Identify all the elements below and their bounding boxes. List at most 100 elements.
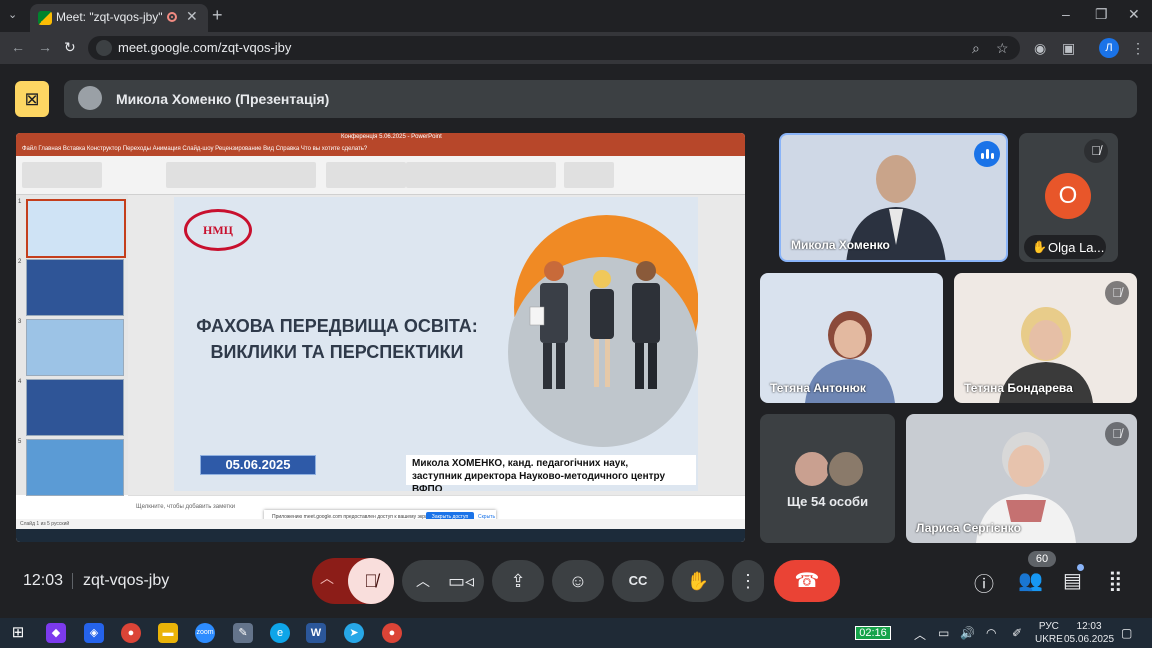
raise-hand-button[interactable]: ✋ bbox=[672, 560, 724, 602]
minimize-icon[interactable]: – bbox=[1062, 6, 1070, 22]
meet-favicon-icon bbox=[38, 11, 52, 25]
more-participants-label: Ще 54 особи bbox=[786, 494, 869, 509]
app-icon[interactable]: ◆ bbox=[46, 623, 66, 643]
zoom-app-icon[interactable]: zoom bbox=[195, 623, 215, 643]
present-screen-button[interactable]: ⇪ bbox=[492, 560, 544, 602]
participant-avatar bbox=[827, 450, 865, 488]
bookmark-star-icon[interactable]: ☆ bbox=[996, 40, 1009, 57]
url-text[interactable]: meet.google.com/zqt-vqos-jby bbox=[118, 40, 291, 55]
telegram-icon[interactable]: ➤ bbox=[344, 623, 364, 643]
notification-icon[interactable]: ▢ bbox=[1121, 626, 1132, 640]
speaking-indicator-icon bbox=[974, 141, 1000, 167]
participant-name: Тетяна Бондарева bbox=[964, 381, 1073, 395]
powerpoint-statusbar: Слайд 1 из 5 русский bbox=[16, 519, 745, 529]
slide-heading-line1: ФАХОВА ПЕРЕДВИЩА ОСВІТА: bbox=[196, 316, 478, 336]
stop-presenting-icon[interactable]: ⊠ bbox=[15, 81, 49, 117]
tile-tetiana-a[interactable]: Тетяна Антонюк bbox=[760, 273, 943, 403]
end-call-button[interactable]: ☎ bbox=[774, 560, 840, 602]
extension-owl-icon[interactable]: ◉ bbox=[1034, 40, 1046, 57]
tab-close-icon[interactable]: ✕ bbox=[186, 8, 198, 25]
pen-icon[interactable]: ✐ bbox=[1012, 626, 1022, 640]
meeting-code: zqt-vqos-jby bbox=[83, 572, 170, 589]
slide-author-line1: Микола ХОМЕНКО, канд. педагогічних наук, bbox=[412, 458, 629, 469]
slide-thumb[interactable] bbox=[26, 379, 124, 436]
slide-thumb[interactable] bbox=[26, 439, 124, 496]
recording-icon bbox=[167, 12, 177, 22]
chrome-icon[interactable]: ● bbox=[121, 623, 141, 643]
profile-avatar[interactable]: Л bbox=[1099, 38, 1119, 58]
forward-icon[interactable]: → bbox=[38, 39, 52, 55]
edge-icon[interactable]: e bbox=[270, 623, 290, 643]
audio-options-chevron-icon[interactable]: ︿ bbox=[320, 568, 334, 588]
app-icon[interactable]: ✎ bbox=[233, 623, 253, 643]
browser-tab-meet[interactable]: Meet: "zqt-vqos-jby" ✕ bbox=[30, 4, 208, 32]
tile-mykola[interactable]: Микола Хоменко bbox=[779, 133, 1008, 262]
window-close-icon[interactable]: ✕ bbox=[1128, 6, 1140, 23]
raised-hand-icon: ✋ bbox=[1032, 240, 1047, 254]
chrome-icon[interactable]: ● bbox=[382, 623, 402, 643]
more-options-button[interactable]: ⋮ bbox=[732, 560, 764, 602]
clock-date: 05.06.2025 bbox=[1064, 634, 1115, 645]
reload-icon[interactable]: ↻ bbox=[64, 39, 76, 56]
video-options-chevron-icon[interactable]: ︿ bbox=[416, 560, 430, 602]
activities-icon[interactable]: ⣿ bbox=[1108, 568, 1123, 593]
slide-author-line2: заступник директора Науково-методичного … bbox=[412, 471, 666, 491]
slide-thumb-number: 3 bbox=[18, 319, 22, 325]
powerpoint-titlebar: Конференція 5.06.2025 - PowerPoint bbox=[16, 133, 745, 144]
tray-device-icon[interactable]: ▭ bbox=[938, 626, 949, 640]
captions-button[interactable]: CC bbox=[612, 560, 664, 602]
restore-icon[interactable]: ❐ bbox=[1095, 6, 1108, 23]
business-people-illustration bbox=[529, 261, 660, 389]
participant-avatar: O bbox=[1045, 173, 1091, 219]
tray-chevron-icon[interactable]: ︿ bbox=[914, 626, 926, 643]
presenter-label: Микола Хоменко (Презентація) bbox=[116, 91, 330, 107]
camera-icon[interactable]: ▭◃ bbox=[448, 560, 474, 602]
ribbon-group bbox=[22, 162, 102, 188]
nmc-logo: НМЦ bbox=[184, 209, 252, 251]
tile-tetiana-b[interactable]: 🎙̸ Тетяна Бондарева bbox=[954, 273, 1137, 403]
divider bbox=[72, 573, 73, 589]
word-icon[interactable]: W bbox=[306, 623, 326, 643]
shared-screen: Конференція 5.06.2025 - PowerPoint Файл … bbox=[16, 133, 745, 542]
slide-thumbnails: 1 2 3 4 5 bbox=[16, 195, 128, 496]
volume-icon[interactable]: 🔊 bbox=[960, 626, 975, 640]
site-info-icon[interactable] bbox=[96, 40, 112, 56]
slide-thumb[interactable] bbox=[26, 259, 124, 316]
back-icon[interactable]: ← bbox=[11, 39, 25, 55]
windows-start-icon[interactable]: ⊞ bbox=[8, 623, 28, 643]
mic-off-icon: 🎙̸ bbox=[1105, 422, 1129, 446]
copilot-icon[interactable]: ◈ bbox=[84, 623, 104, 643]
slide-date: 05.06.2025 bbox=[200, 455, 316, 475]
people-icon[interactable]: 👥 bbox=[1018, 568, 1043, 593]
participant-count-badge: 60 bbox=[1028, 551, 1056, 567]
browser-menu-icon[interactable]: ⋮ bbox=[1131, 40, 1145, 57]
status-left: Слайд 1 из 5 русский bbox=[20, 521, 70, 527]
new-tab-button[interactable]: + bbox=[212, 5, 223, 26]
tile-larysa[interactable]: 🎙̸ Лариса Сергієнко bbox=[906, 414, 1137, 543]
wifi-icon[interactable]: ◠ bbox=[986, 626, 996, 640]
emoji-reactions-button[interactable]: ☺ bbox=[552, 560, 604, 602]
ribbon-group bbox=[166, 162, 316, 188]
zoom-icon[interactable]: ⌕ bbox=[972, 40, 980, 57]
participant-name: Микола Хоменко bbox=[791, 238, 890, 252]
tab-list-chevron-icon[interactable]: ⌄ bbox=[8, 8, 17, 21]
participant-name: Лариса Сергієнко bbox=[916, 521, 1021, 535]
system-clock[interactable]: 12:03 05.06.2025 bbox=[1064, 620, 1114, 646]
presenter-avatar bbox=[78, 86, 102, 110]
chat-icon[interactable]: ▤ bbox=[1063, 568, 1082, 593]
language-indicator[interactable]: РУС UKRE bbox=[1035, 620, 1063, 646]
person-right bbox=[632, 261, 660, 389]
slide-thumb[interactable] bbox=[26, 319, 124, 376]
extensions-puzzle-icon[interactable]: ▣ bbox=[1062, 40, 1075, 57]
remote-taskbar bbox=[16, 529, 745, 542]
tile-more-participants[interactable]: Ще 54 особи bbox=[760, 414, 895, 543]
slide-thumb-number: 4 bbox=[18, 379, 22, 385]
clock-time: 12:03 bbox=[1076, 621, 1102, 632]
slide-thumb-number: 2 bbox=[18, 259, 22, 265]
microphone-off-button[interactable]: 🎙̸ bbox=[348, 558, 394, 604]
powerpoint-menu-text: Файл Главная Вставка Конструктор Переход… bbox=[22, 146, 368, 152]
file-explorer-icon[interactable]: ▬ bbox=[158, 623, 178, 643]
meeting-info-icon[interactable]: ⓘ bbox=[974, 568, 994, 597]
slide-thumb[interactable] bbox=[26, 199, 126, 258]
taskbar-timer: 02:16 bbox=[855, 626, 891, 640]
